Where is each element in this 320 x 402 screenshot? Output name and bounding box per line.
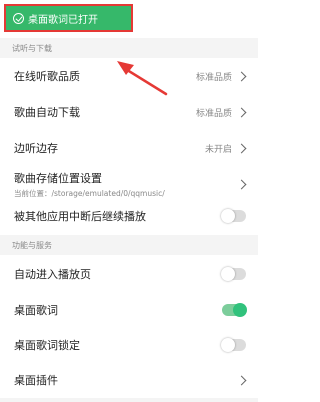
- annotation-arrow-icon: [117, 61, 168, 96]
